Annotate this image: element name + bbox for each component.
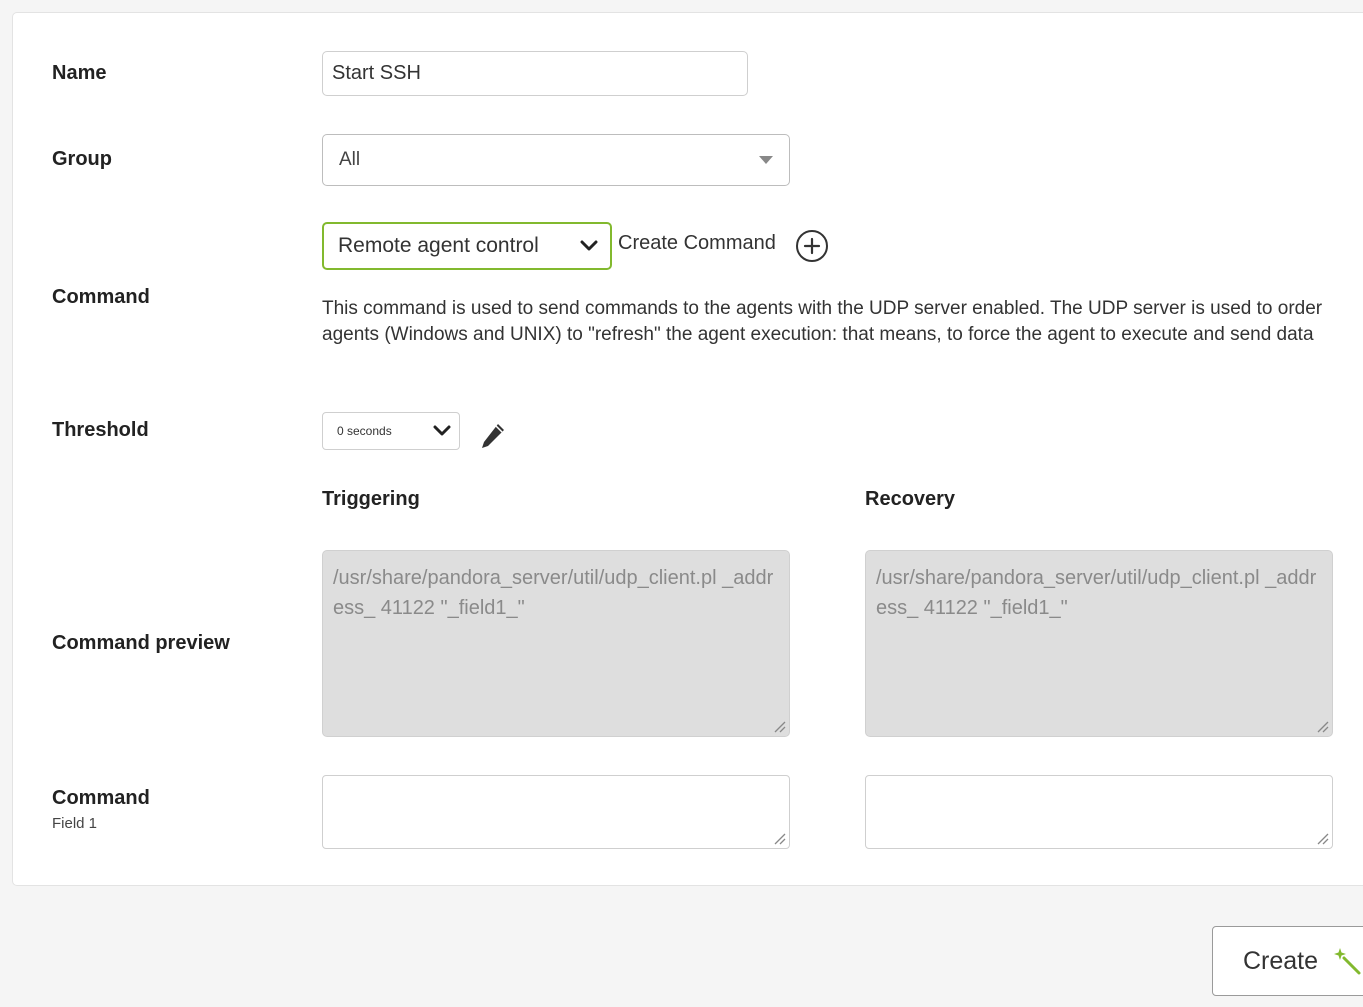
name-label: Name [52,62,107,84]
command-select-value: Remote agent control [338,234,539,257]
command-select[interactable]: Remote agent control [322,222,612,270]
threshold-select-value: 0 seconds [337,424,392,438]
plus-circle-icon[interactable] [795,229,829,263]
recovery-field1-textarea[interactable] [865,775,1333,849]
triggering-preview-text: /usr/share/pandora_server/util/udp_clien… [333,567,774,619]
group-select-value: All [339,149,361,170]
resize-grip-icon[interactable] [1315,831,1329,845]
resize-grip-icon[interactable] [772,831,786,845]
recovery-header: Recovery [865,488,956,510]
triggering-header: Triggering [322,488,420,510]
group-select[interactable]: All [322,134,790,186]
command-label: Command [52,286,150,308]
caret-down-icon [759,156,773,164]
resize-grip-icon[interactable] [772,719,786,733]
create-button-label: Create [1243,946,1319,975]
triggering-field1-textarea[interactable] [322,775,790,849]
threshold-label: Threshold [52,419,149,441]
chevron-down-icon [433,425,451,437]
command-description: This command is used to send commands to… [322,298,1323,345]
recovery-preview-text: /usr/share/pandora_server/util/udp_clien… [876,567,1317,619]
field1-label: Command [52,787,150,809]
triggering-preview-textarea: /usr/share/pandora_server/util/udp_clien… [322,550,790,737]
field1-sublabel: Field 1 [52,815,98,832]
pencil-icon[interactable] [478,420,508,452]
wand-icon [1334,948,1361,975]
create-command-link[interactable]: Create Command [618,232,776,255]
resize-grip-icon[interactable] [1315,719,1329,733]
recovery-preview-textarea: /usr/share/pandora_server/util/udp_clien… [865,550,1333,737]
threshold-select[interactable]: 0 seconds [322,412,460,450]
group-label: Group [52,148,112,170]
create-button[interactable]: Create [1212,926,1363,996]
chevron-down-icon [580,240,598,252]
command-preview-label: Command preview [52,632,230,654]
name-input[interactable] [322,51,748,96]
